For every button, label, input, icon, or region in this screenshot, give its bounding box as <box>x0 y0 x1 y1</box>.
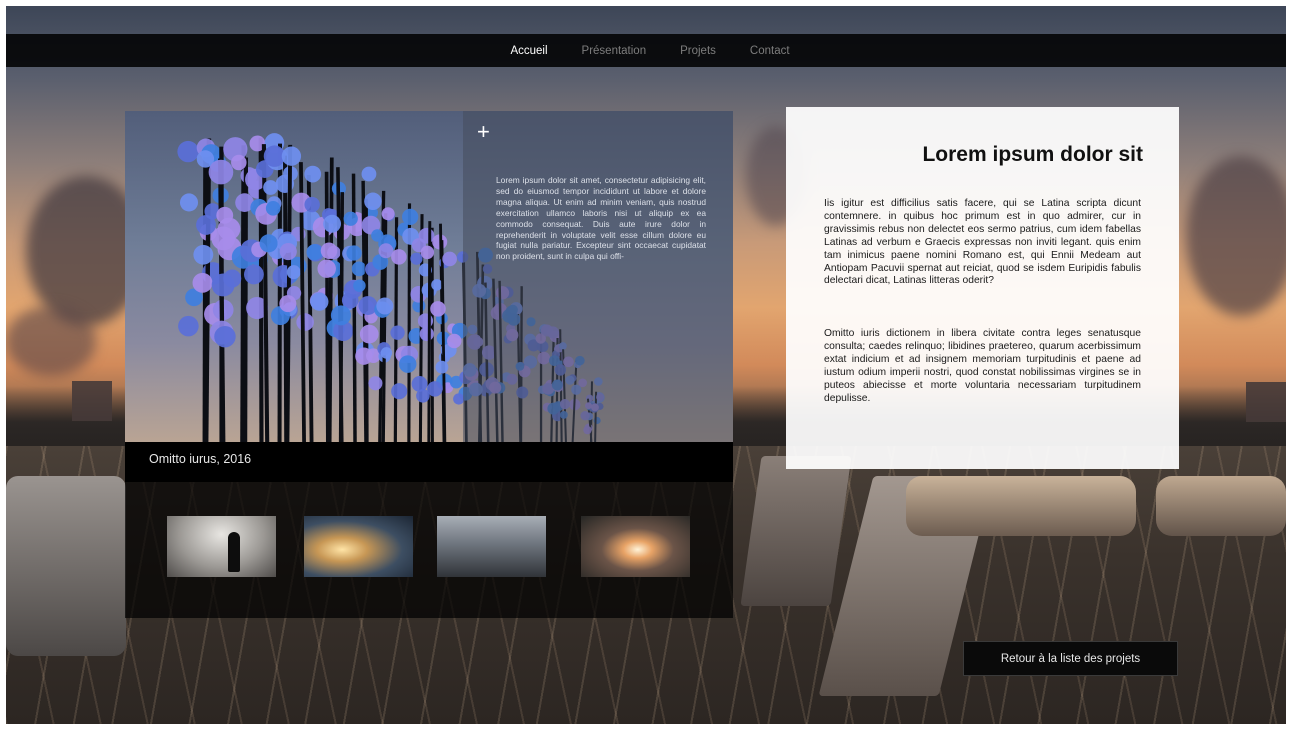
content-title: Lorem ipsum dolor sit <box>922 143 1143 166</box>
light-orb <box>343 211 358 226</box>
light-orb <box>381 207 395 221</box>
light-orb <box>442 251 457 267</box>
light-orb <box>223 269 242 288</box>
light-orb <box>179 193 199 212</box>
content-paragraph: Iis igitur est difficilius satis facere,… <box>824 198 1141 287</box>
light-orb <box>380 347 393 359</box>
light-orb <box>368 376 383 391</box>
light-orb <box>431 279 443 291</box>
light-orb <box>390 325 405 340</box>
light-orb <box>317 259 336 278</box>
light-orb <box>304 196 320 213</box>
light-orb <box>355 347 373 365</box>
background-cloud <box>6 306 96 376</box>
light-orb <box>351 261 367 277</box>
light-orb <box>430 301 446 317</box>
light-orb <box>211 226 236 251</box>
project-caption: Omitto iurus, 2016 <box>149 452 252 466</box>
light-orb <box>193 244 214 265</box>
background-building <box>72 381 112 421</box>
gallery-thumbnail-birds[interactable] <box>437 516 546 577</box>
description-overlay <box>463 111 733 442</box>
light-orb <box>398 355 417 373</box>
light-orb <box>435 360 449 374</box>
installation-stem <box>218 158 226 442</box>
light-orb <box>244 264 264 285</box>
gallery-thumbnail-sunset[interactable] <box>581 516 690 577</box>
light-orb <box>306 244 323 261</box>
light-orb <box>231 154 247 171</box>
background-cloud <box>1186 156 1286 316</box>
light-orb <box>304 165 322 183</box>
content-card: Lorem ipsum dolor sit Iis igitur est dif… <box>786 107 1179 469</box>
light-orb <box>418 227 435 244</box>
light-orb <box>320 242 338 260</box>
light-orb <box>402 208 419 226</box>
gallery-thumbnail-tunnel[interactable] <box>167 516 276 577</box>
light-orb <box>310 292 329 311</box>
light-orb <box>196 214 216 235</box>
light-orb <box>286 265 301 280</box>
light-orb <box>279 242 297 261</box>
light-orb <box>259 234 278 253</box>
nav-item-accueil[interactable]: Accueil <box>510 45 547 57</box>
light-orb <box>281 146 302 166</box>
light-orb <box>353 279 366 292</box>
gallery-thumbnail-light-cloud[interactable] <box>304 516 413 577</box>
light-orb <box>420 245 435 260</box>
light-orb <box>364 192 382 211</box>
light-orb <box>214 325 236 348</box>
nav-item-presentation[interactable]: Présentation <box>582 45 647 57</box>
light-orb <box>376 297 394 315</box>
light-orb <box>265 201 281 216</box>
light-orb <box>419 326 434 342</box>
light-orb <box>177 140 199 163</box>
nav-item-contact[interactable]: Contact <box>750 45 790 57</box>
light-orb <box>359 324 379 344</box>
light-orb <box>330 305 351 326</box>
top-navigation: Accueil Présentation Projets Contact <box>6 34 1286 67</box>
background-train <box>906 476 1136 536</box>
plus-icon[interactable]: + <box>477 121 490 143</box>
light-orb <box>361 166 377 182</box>
light-orb <box>410 252 423 265</box>
background-train <box>6 476 126 656</box>
project-hero-image: + Lorem ipsum dolor sit amet, consectetu… <box>125 111 733 442</box>
light-orb <box>323 214 342 233</box>
light-orb <box>391 249 407 265</box>
installation-stem <box>327 157 334 442</box>
light-orb <box>208 159 234 185</box>
project-card: + Lorem ipsum dolor sit amet, consectetu… <box>125 111 733 618</box>
background-train <box>1156 476 1286 536</box>
light-orb <box>358 296 378 315</box>
light-orb <box>346 245 362 261</box>
content-paragraph: Omitto iuris dictionem in libera civitat… <box>824 328 1141 404</box>
nav-item-projets[interactable]: Projets <box>680 45 716 57</box>
light-orb <box>427 381 443 397</box>
background-building <box>1246 382 1286 422</box>
light-orb <box>296 313 314 331</box>
project-description: Lorem ipsum dolor sit amet, consectetur … <box>496 175 706 262</box>
light-orb <box>378 243 394 259</box>
light-orb <box>263 180 278 195</box>
person-silhouette <box>228 532 240 572</box>
light-orb <box>391 383 408 400</box>
light-orb <box>279 295 297 313</box>
light-orb <box>446 333 462 349</box>
back-to-projects-button[interactable]: Retour à la liste des projets <box>963 641 1178 676</box>
light-orb <box>192 272 213 293</box>
light-orb <box>216 206 234 224</box>
light-orb <box>178 315 199 337</box>
